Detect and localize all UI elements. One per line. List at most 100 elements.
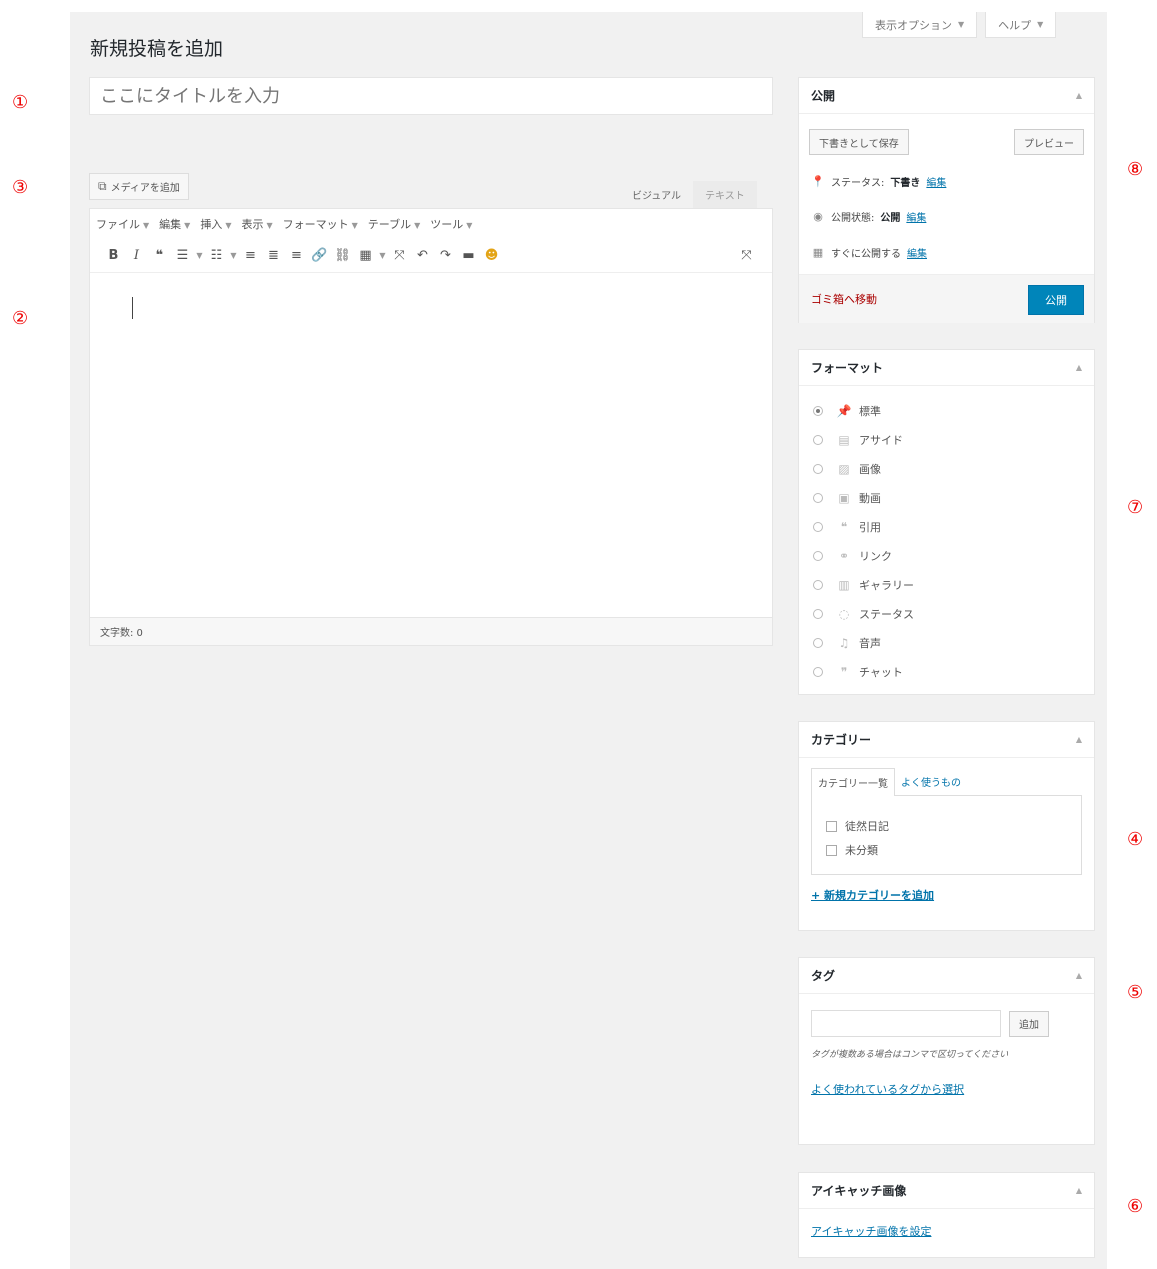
format-item-aside[interactable]: ▤ アサイド bbox=[813, 425, 1080, 454]
format-item-quote[interactable]: ❝ 引用 bbox=[813, 512, 1080, 541]
menu-edit[interactable]: 編集 ▼ bbox=[159, 216, 190, 232]
status-label: ステータス: bbox=[831, 178, 885, 189]
radio-button[interactable] bbox=[813, 463, 823, 474]
chevron-down-icon[interactable]: ▼ bbox=[377, 251, 388, 260]
tab-visual[interactable]: ビジュアル bbox=[620, 181, 693, 208]
tags-box-header[interactable]: タグ ▲ bbox=[799, 958, 1094, 994]
menu-view[interactable]: 表示 ▼ bbox=[241, 216, 272, 232]
collapse-arrow-icon[interactable]: ▲ bbox=[1076, 363, 1082, 372]
add-tag-button[interactable]: 追加 bbox=[1009, 1010, 1049, 1037]
trash-link[interactable]: ゴミ箱へ移動 bbox=[811, 291, 877, 307]
checkbox[interactable] bbox=[826, 844, 837, 856]
menu-format[interactable]: フォーマット ▼ bbox=[283, 216, 358, 232]
tab-category-popular[interactable]: よく使うもの bbox=[895, 768, 967, 796]
category-panel: カテゴリー一覧 よく使うもの 徒然日記 未分類 + 新規カテゴリーを追加 bbox=[799, 758, 1094, 903]
help-button[interactable]: ヘルプ ▼ bbox=[985, 12, 1057, 38]
align-left-icon[interactable]: ≡ bbox=[239, 248, 262, 263]
chevron-down-icon[interactable]: ▼ bbox=[194, 251, 205, 260]
add-media-button[interactable]: ⧉ メディアを追加 bbox=[89, 173, 189, 200]
radio-button[interactable] bbox=[813, 666, 823, 677]
menu-file[interactable]: ファイル ▼ bbox=[96, 216, 149, 232]
featured-image-panel: アイキャッチ画像を設定 bbox=[799, 1209, 1094, 1253]
redo-icon[interactable]: ↷ bbox=[434, 248, 457, 263]
display-options-button[interactable]: 表示オプション ▼ bbox=[862, 12, 978, 38]
featured-image-box: アイキャッチ画像 ▲ アイキャッチ画像を設定 bbox=[798, 1172, 1095, 1258]
collapse-arrow-icon[interactable]: ▲ bbox=[1076, 1186, 1082, 1195]
bold-icon[interactable]: B bbox=[102, 248, 125, 263]
radio-button[interactable] bbox=[813, 637, 823, 648]
help-label: ヘルプ bbox=[998, 18, 1032, 32]
radio-button[interactable] bbox=[813, 492, 823, 503]
collapse-arrow-icon[interactable]: ▲ bbox=[1076, 91, 1082, 100]
menu-tools[interactable]: ツール ▼ bbox=[430, 216, 472, 232]
tag-add-row: 追加 bbox=[811, 1010, 1082, 1037]
radio-button[interactable] bbox=[813, 579, 823, 590]
link-icon[interactable]: 🔗 bbox=[308, 248, 331, 263]
radio-button[interactable] bbox=[813, 434, 823, 445]
visibility-edit-link[interactable]: 編集 bbox=[906, 209, 926, 224]
editor-tabs: ビジュアル テキスト bbox=[620, 181, 757, 208]
schedule-edit-link[interactable]: 編集 bbox=[907, 245, 927, 260]
editor-content-area[interactable] bbox=[90, 273, 772, 618]
editor-menubar: ファイル ▼ 編集 ▼ 挿入 ▼ 表示 ▼ フォーマット ▼ テーブル ▼ ツール ▼ bbox=[90, 209, 772, 238]
radio-button[interactable] bbox=[813, 550, 823, 561]
emoji-icon[interactable]: ☻ bbox=[480, 248, 503, 263]
radio-button[interactable] bbox=[813, 608, 823, 619]
unlink-icon[interactable]: ⛓ bbox=[331, 248, 354, 263]
calendar-icon: ▦ bbox=[812, 246, 824, 259]
add-new-category-link[interactable]: + 新規カテゴリーを追加 bbox=[811, 887, 1082, 903]
format-item-audio[interactable]: ♫ 音声 bbox=[813, 628, 1080, 657]
category-box-header[interactable]: カテゴリー ▲ bbox=[799, 722, 1094, 758]
menu-insert[interactable]: 挿入 ▼ bbox=[200, 216, 231, 232]
numbered-list-icon[interactable]: ☷ bbox=[205, 248, 228, 263]
bullet-list-icon[interactable]: ☰ bbox=[171, 248, 194, 263]
tag-input[interactable] bbox=[811, 1010, 1001, 1037]
editor-toolbar: B I ❝ ☰ ▼ ☷ ▼ ≡ ≣ ≡ 🔗 ⛓ ▦ ▼ ⤧ ↶ ↷ ▬ ☻ ⤧ bbox=[90, 238, 772, 273]
post-title-input[interactable] bbox=[89, 77, 773, 115]
tags-panel: 追加 タグが複数ある場合はコンマで区切ってください よく使われているタグから選択 bbox=[799, 994, 1094, 1097]
menu-table[interactable]: テーブル ▼ bbox=[368, 216, 421, 232]
aside-icon: ▤ bbox=[838, 432, 850, 447]
format-box-header[interactable]: フォーマット ▲ bbox=[799, 350, 1094, 386]
category-checklist: 徒然日記 未分類 bbox=[811, 795, 1082, 875]
choose-popular-tags-link[interactable]: よく使われているタグから選択 bbox=[811, 1081, 1082, 1097]
status-edit-link[interactable]: 編集 bbox=[926, 174, 946, 189]
pin-icon: 📍 bbox=[811, 175, 825, 188]
publish-box: 公開 ▲ 下書きとして保存 プレビュー 📍 ステータス: 下書き 編集 ◉ 公開… bbox=[798, 77, 1095, 323]
format-item-image[interactable]: ▨ 画像 bbox=[813, 454, 1080, 483]
format-item-chat[interactable]: ❞ チャット bbox=[813, 657, 1080, 686]
radio-button[interactable] bbox=[813, 521, 823, 532]
publish-box-title: 公開 bbox=[811, 89, 836, 103]
preview-button[interactable]: プレビュー bbox=[1014, 129, 1084, 155]
tab-text[interactable]: テキスト bbox=[693, 181, 757, 208]
publish-box-header[interactable]: 公開 ▲ bbox=[799, 78, 1094, 114]
format-item-link[interactable]: ⚭ リンク bbox=[813, 541, 1080, 570]
set-featured-image-link[interactable]: アイキャッチ画像を設定 bbox=[811, 1225, 931, 1238]
category-item[interactable]: 徒然日記 bbox=[826, 814, 1067, 838]
undo-icon[interactable]: ↶ bbox=[411, 248, 434, 263]
format-item-gallery[interactable]: ▥ ギャラリー bbox=[813, 570, 1080, 599]
format-item-video[interactable]: ▣ 動画 bbox=[813, 483, 1080, 512]
collapse-arrow-icon[interactable]: ▲ bbox=[1076, 971, 1082, 980]
featured-image-box-header[interactable]: アイキャッチ画像 ▲ bbox=[799, 1173, 1094, 1209]
align-center-icon[interactable]: ≣ bbox=[262, 248, 285, 263]
expand-icon[interactable]: ⤧ bbox=[735, 248, 758, 263]
format-item-status[interactable]: ◌ ステータス bbox=[813, 599, 1080, 628]
table-icon[interactable]: ▦ bbox=[354, 248, 377, 263]
post-editor: ファイル ▼ 編集 ▼ 挿入 ▼ 表示 ▼ フォーマット ▼ テーブル ▼ ツール ▼ B I… bbox=[89, 208, 773, 646]
blockquote-icon[interactable]: ❝ bbox=[148, 248, 171, 263]
save-draft-button[interactable]: 下書きとして保存 bbox=[809, 129, 909, 155]
readmore-icon[interactable]: ▬ bbox=[457, 248, 480, 263]
italic-icon[interactable]: I bbox=[125, 248, 148, 263]
tab-category-all[interactable]: カテゴリー一覧 bbox=[811, 768, 895, 796]
format-item-standard[interactable]: 📌 標準 bbox=[813, 396, 1080, 425]
chevron-down-icon[interactable]: ▼ bbox=[228, 251, 239, 260]
align-right-icon[interactable]: ≡ bbox=[285, 248, 308, 263]
category-item[interactable]: 未分類 bbox=[826, 838, 1067, 862]
radio-button[interactable] bbox=[813, 405, 823, 416]
checkbox[interactable] bbox=[826, 820, 837, 832]
publish-button[interactable]: 公開 bbox=[1028, 285, 1084, 315]
fullscreen-icon[interactable]: ⤧ bbox=[388, 248, 411, 263]
collapse-arrow-icon[interactable]: ▲ bbox=[1076, 735, 1082, 744]
chat-bubble-icon: ◌ bbox=[838, 606, 850, 621]
